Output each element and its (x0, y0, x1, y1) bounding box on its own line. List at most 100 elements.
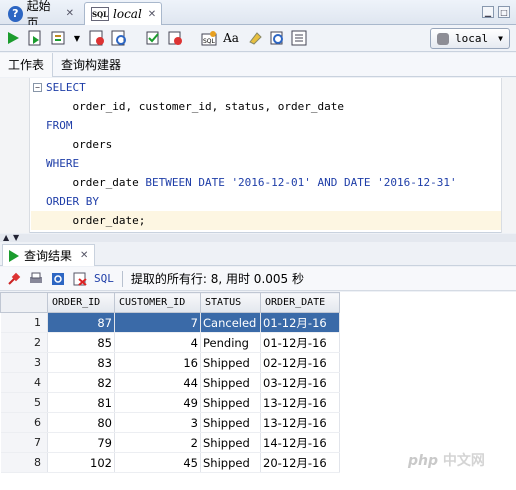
format-button[interactable] (268, 29, 286, 47)
row-number[interactable]: 4 (0, 372, 48, 393)
table-cell[interactable]: 44 (114, 372, 201, 393)
table-cell[interactable]: Canceled (200, 312, 261, 333)
sql-editor[interactable]: − SELECT order_id, customer_id, status, … (0, 78, 516, 233)
table-cell[interactable]: 13-12月-16 (260, 412, 340, 433)
table-cell[interactable]: 49 (114, 392, 201, 413)
table-cell[interactable]: Pending (200, 332, 261, 353)
delete-icon[interactable] (72, 271, 88, 287)
autotrace-dropdown-icon[interactable]: ▼ (68, 29, 86, 47)
row-number[interactable]: 8 (0, 452, 48, 473)
table-cell[interactable]: 01-12月-16 (260, 332, 340, 353)
table-cell[interactable]: Shipped (200, 372, 261, 393)
table-cell[interactable]: 82 (47, 372, 115, 393)
table-cell[interactable]: Shipped (200, 352, 261, 373)
row-number[interactable]: 2 (0, 332, 48, 353)
table-cell[interactable]: 7 (114, 312, 201, 333)
chevron-down-icon: ▼ (498, 34, 503, 43)
column-header[interactable]: CUSTOMER_ID (114, 292, 201, 313)
table-cell[interactable]: 80 (47, 412, 115, 433)
close-icon[interactable]: ✕ (66, 8, 74, 19)
table-row[interactable]: 7 79 2 Shipped 14-12月-16 (0, 432, 340, 453)
pin-icon[interactable] (6, 271, 22, 287)
worksheet-toolbar: ▼ SQL Aa local ▼ (0, 25, 516, 52)
connection-selector[interactable]: local ▼ (430, 28, 510, 49)
tab-worksheet[interactable]: 工作表 (0, 52, 54, 77)
pin-svg (8, 272, 21, 285)
table-cell[interactable]: 2 (114, 432, 201, 453)
tab-start-page[interactable]: ? 起始页 ✕ (2, 0, 80, 30)
table-cell[interactable]: 03-12月-16 (260, 372, 340, 393)
column-header[interactable]: ORDER_DATE (260, 292, 340, 313)
clear-button[interactable] (246, 29, 264, 47)
table-row[interactable]: 6 80 3 Shipped 13-12月-16 (0, 412, 340, 433)
table-row[interactable]: 2 85 4 Pending 01-12月-16 (0, 332, 340, 353)
code-line: order_date; (46, 214, 146, 227)
tuning-icon (111, 30, 126, 46)
tab-local-worksheet[interactable]: SQL local ✕ (84, 2, 162, 25)
close-icon[interactable]: ✕ (148, 9, 156, 20)
snippets-button[interactable] (290, 29, 308, 47)
minimize-icon[interactable]: ▁ (482, 6, 494, 18)
sql-tuning-button[interactable] (110, 29, 128, 47)
table-cell[interactable]: 16 (114, 352, 201, 373)
chevron-up-icon[interactable]: ▲ (3, 233, 9, 242)
row-number[interactable]: 1 (0, 312, 48, 333)
row-number[interactable]: 6 (0, 412, 48, 433)
refresh-icon[interactable] (50, 271, 66, 287)
sql-link[interactable]: SQL (94, 272, 114, 285)
result-status: 提取的所有行: 8, 用时 0.005 秒 (130, 272, 304, 286)
code-token: order_date (46, 176, 146, 189)
tab-query-result[interactable]: 查询结果 ✕ (2, 244, 96, 266)
table-row[interactable]: 3 83 16 Shipped 02-12月-16 (0, 352, 340, 373)
table-cell[interactable]: 4 (114, 332, 201, 353)
sql-history-button[interactable]: SQL (200, 29, 218, 47)
collapse-icon[interactable]: − (33, 83, 42, 92)
table-cell[interactable]: 14-12月-16 (260, 432, 340, 453)
table-row[interactable]: 8 102 45 Shipped 20-12月-16 (0, 452, 340, 473)
table-cell[interactable]: 85 (47, 332, 115, 353)
snippets-icon (291, 30, 307, 46)
chevron-down-icon[interactable]: ▼ (13, 233, 19, 242)
delete-svg (73, 272, 87, 286)
table-cell[interactable]: 81 (47, 392, 115, 413)
autotrace-button[interactable] (50, 29, 68, 47)
column-header[interactable]: STATUS (200, 292, 261, 313)
tab-local-label: local (113, 7, 142, 21)
table-cell[interactable]: 20-12月-16 (260, 452, 340, 473)
table-cell[interactable]: Shipped (200, 392, 261, 413)
table-cell[interactable]: 87 (47, 312, 115, 333)
commit-button[interactable] (144, 29, 162, 47)
close-icon[interactable]: ✕ (80, 250, 88, 261)
maximize-icon[interactable]: □ (498, 6, 510, 18)
watermark-suffix: 中文网 (442, 453, 485, 469)
column-header[interactable]: ORDER_ID (47, 292, 115, 313)
table-row[interactable]: 4 82 44 Shipped 03-12月-16 (0, 372, 340, 393)
table-cell[interactable]: 02-12月-16 (260, 352, 340, 373)
row-number[interactable]: 3 (0, 352, 48, 373)
row-number[interactable]: 7 (0, 432, 48, 453)
table-cell[interactable]: 79 (47, 432, 115, 453)
code-line: ORDER BY (46, 195, 99, 208)
table-cell[interactable]: 01-12月-16 (260, 312, 340, 333)
table-cell[interactable]: Shipped (200, 412, 261, 433)
run-statement-button[interactable] (4, 29, 22, 47)
tab-query-builder[interactable]: 查询构建器 (53, 53, 129, 77)
tab-query-result-label: 查询结果 (24, 249, 73, 263)
run-script-button[interactable] (26, 29, 44, 47)
explain-plan-button[interactable] (88, 29, 106, 47)
row-number[interactable]: 5 (0, 392, 48, 413)
table-cell[interactable]: Shipped (200, 432, 261, 453)
table-cell[interactable]: 83 (47, 352, 115, 373)
table-cell[interactable]: 13-12月-16 (260, 392, 340, 413)
rollback-button[interactable] (166, 29, 184, 47)
table-cell[interactable]: 3 (114, 412, 201, 433)
panel-splitter[interactable]: ▲ ▼ (0, 233, 516, 242)
table-row[interactable]: 1 87 7 Canceled 01-12月-16 (0, 312, 340, 333)
change-case-button[interactable]: Aa (222, 29, 240, 47)
editor-scrollbar[interactable] (501, 78, 516, 233)
table-cell[interactable]: 45 (114, 452, 201, 473)
table-row[interactable]: 5 81 49 Shipped 13-12月-16 (0, 392, 340, 413)
table-cell[interactable]: Shipped (200, 452, 261, 473)
print-icon[interactable] (28, 271, 44, 287)
table-cell[interactable]: 102 (47, 452, 115, 473)
